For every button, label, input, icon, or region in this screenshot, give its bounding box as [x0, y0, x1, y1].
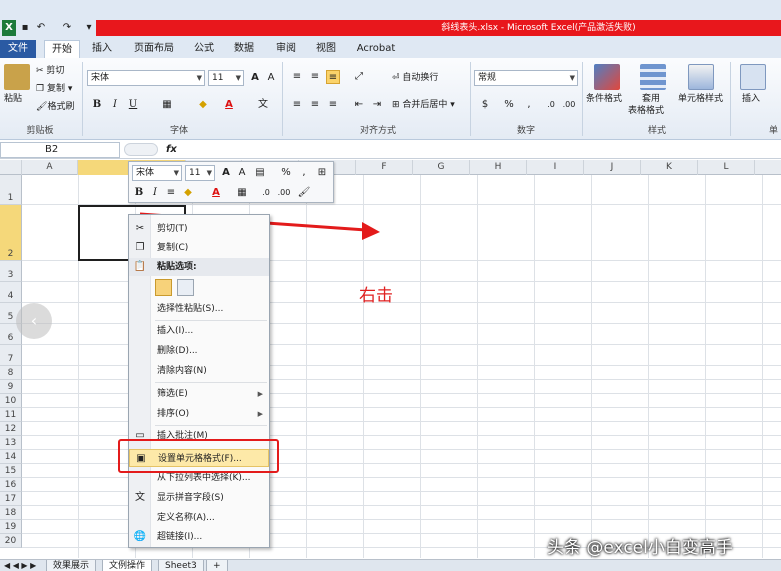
menu-item-insert[interactable]: 插入(I)... — [129, 322, 269, 340]
paste-icon: 📋 — [133, 261, 147, 272]
sheet-tab-effect[interactable]: 效果展示 — [46, 560, 97, 571]
watermark: 头条 @excel小白变高手 — [547, 538, 733, 558]
menu-item-cut[interactable]: ✂ 剪切(T) — [129, 220, 269, 238]
new-sheet-icon[interactable]: + — [206, 560, 228, 571]
chevron-right-icon: ▶ — [257, 410, 263, 418]
menu-item-clear-contents[interactable]: 清除内容(N) — [129, 362, 269, 380]
menu-item-hyperlink[interactable]: 🌐 超链接(I)... — [129, 528, 269, 546]
menu-separator — [155, 425, 267, 426]
highlight-box-format-cells — [118, 439, 279, 473]
menu-item-sort[interactable]: 排序(O) ▶ — [129, 405, 269, 423]
menu-separator — [155, 382, 267, 383]
menu-item-show-phonetic[interactable]: 文显示拼音字段(S) — [129, 489, 269, 507]
hyperlink-icon: 🌐 — [133, 531, 147, 542]
paste-option-icon[interactable] — [155, 279, 172, 296]
chevron-right-icon: ▶ — [257, 390, 263, 398]
sheet-tab-operation[interactable]: 文例操作 — [102, 560, 153, 571]
sheet-tab-bar: ◀ ◀ ▶ ▶ 效果展示 文例操作 Sheet3 + — [0, 559, 781, 571]
annotation-right-click: 右击 — [359, 286, 393, 306]
phonetic-icon: 文 — [135, 492, 145, 503]
paste-values-icon[interactable] — [177, 279, 194, 296]
menu-header-paste-options: 📋 粘贴选项: — [129, 258, 269, 276]
sheet-tab-sheet3[interactable]: Sheet3 — [158, 560, 204, 571]
menu-item-copy[interactable]: ❐ 复制(C) — [129, 239, 269, 257]
menu-item-paste-special[interactable]: 选择性粘贴(S)... — [129, 300, 269, 318]
context-menu: ✂ 剪切(T) ❐ 复制(C) 📋 粘贴选项: 选择性粘贴(S)... 插入(I)..… — [128, 214, 270, 548]
chevron-left-icon[interactable]: ‹ — [16, 303, 52, 339]
menu-item-filter[interactable]: 筛选(E) ▶ — [129, 385, 269, 403]
sheet-nav-arrows-icon[interactable]: ◀ ◀ ▶ ▶ — [4, 560, 36, 571]
menu-item-delete[interactable]: 删除(D)... — [129, 342, 269, 360]
menu-item-define-name[interactable]: 定义名称(A)... — [129, 509, 269, 527]
copy-icon: ❐ — [135, 242, 145, 253]
menu-separator — [155, 320, 267, 321]
scissors-icon: ✂ — [135, 223, 145, 234]
